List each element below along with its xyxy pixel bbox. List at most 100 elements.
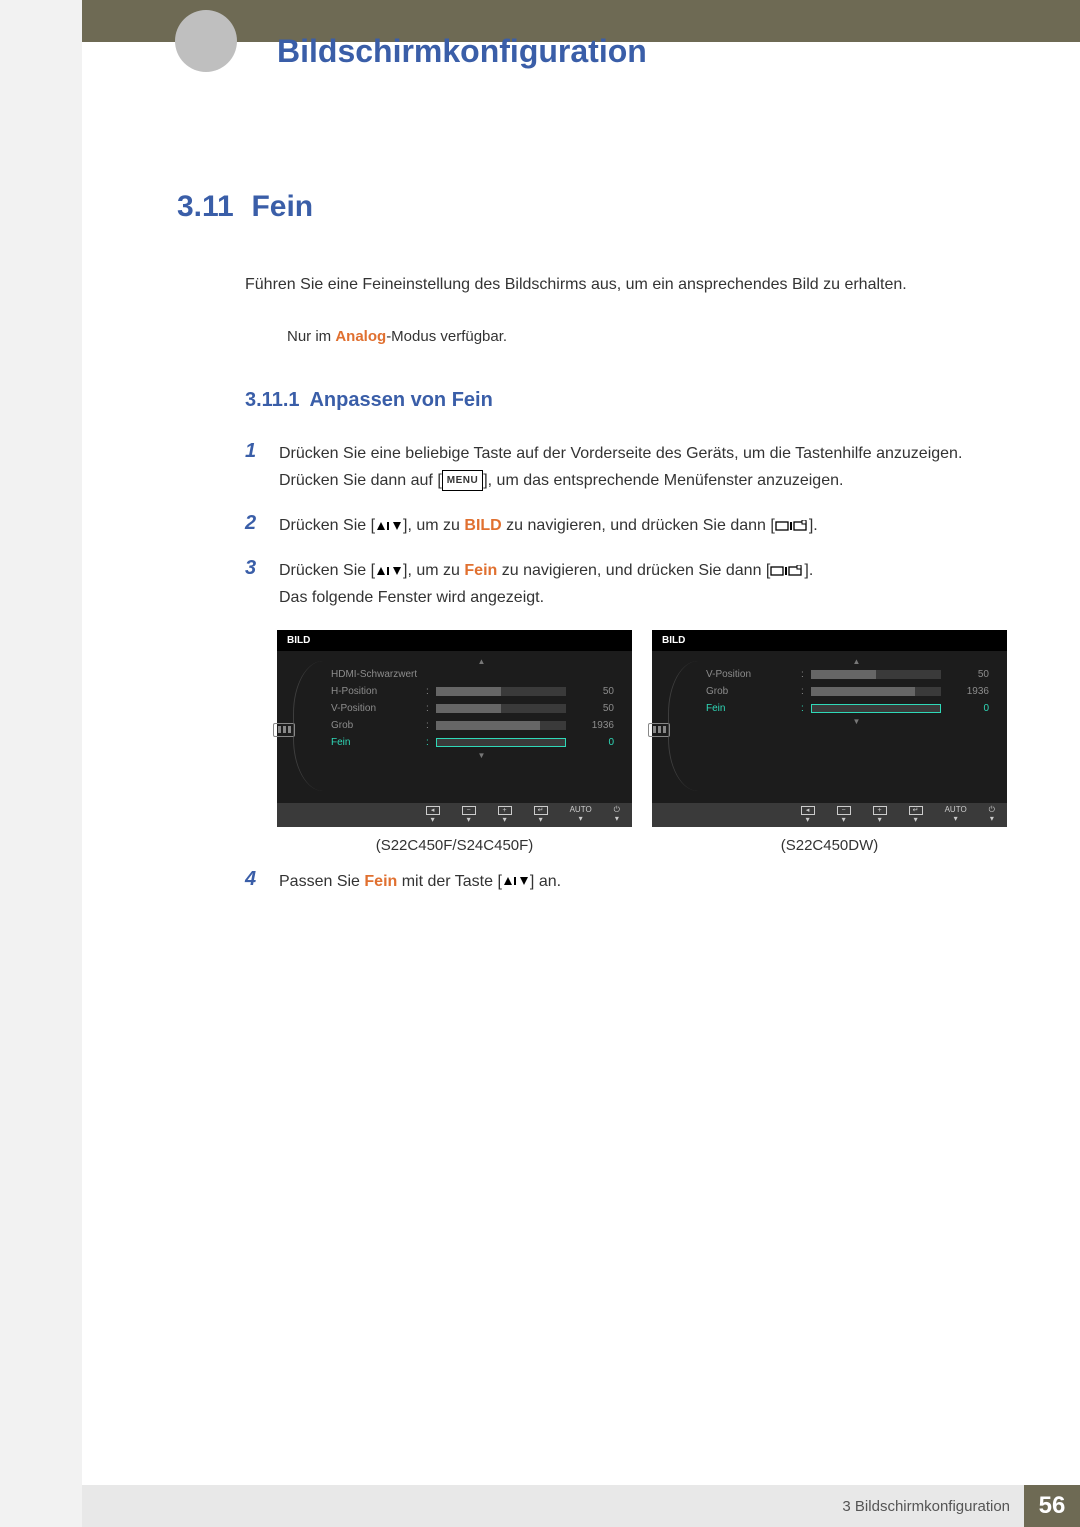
osd-item-value: 50 <box>574 703 614 714</box>
osd-item-label: HDMI-Schwarzwert <box>331 669 426 680</box>
osd-footer-minus-icon: −▾ <box>837 806 851 824</box>
steps-list-continued: 4 Passen Sie Fein mit der Taste [] an. <box>245 868 1007 895</box>
osd-footer-enter-icon: ↵▾ <box>909 806 923 824</box>
step-4: 4 Passen Sie Fein mit der Taste [] an. <box>245 868 1007 895</box>
step-number: 4 <box>245 868 279 895</box>
osd-item: V-Position: 50 <box>277 700 632 717</box>
osd-caption-right: (S22C450DW) <box>652 837 1007 854</box>
content-area: 3.11 Fein Führen Sie eine Feineinstellun… <box>177 190 1007 913</box>
step-1-line2b: ], um das entsprechende Menüfenster anzu… <box>483 472 843 489</box>
osd-nav-down-icon: ▼ <box>652 717 1007 726</box>
osd-item-label: V-Position <box>331 703 426 714</box>
osd-item-value: 50 <box>574 686 614 697</box>
enter-source-icon <box>770 562 804 579</box>
section-title: Fein <box>251 190 313 223</box>
step-4-mid: mit der Taste [ <box>397 873 502 890</box>
osd-footer-plus-icon: +▾ <box>873 806 887 824</box>
chapter-title: Bildschirmkonfiguration <box>277 33 647 70</box>
step-2-mid2: zu navigieren, und drücken Sie dann [ <box>502 517 775 534</box>
osd-panel-right: BILD ▲ V-Position:50Grob:1936Fein:0 ▼ ◂▾… <box>652 630 1007 827</box>
osd-footer: ◂▾ −▾ +▾ ↵▾ AUTO▾ ⏻▾ <box>277 803 632 827</box>
osd-item-label: Grob <box>331 720 426 731</box>
osd-footer-auto-label: AUTO <box>570 806 592 814</box>
note-line: Nur im Analog-Modus verfügbar. <box>287 328 1007 345</box>
osd-footer-auto-label: AUTO <box>945 806 967 814</box>
step-3-bold: Fein <box>464 562 497 579</box>
osd-footer-back-icon: ◂▾ <box>801 806 815 824</box>
osd-panel-left: BILD ▲ HDMI-SchwarzwertH-Position:50V-Po… <box>277 630 632 827</box>
osd-nav-up-icon: ▲ <box>277 657 632 666</box>
up-down-arrows-icon <box>375 562 403 579</box>
step-number: 3 <box>245 557 279 611</box>
up-down-arrows-icon <box>375 517 403 534</box>
step-body: Drücken Sie [], um zu BILD zu navigieren… <box>279 512 1007 539</box>
osd-item-bar <box>436 721 566 730</box>
step-3: 3 Drücken Sie [ ], um zu Fein zu navigier… <box>245 557 1007 611</box>
osd-footer-back-icon: ◂▾ <box>426 806 440 824</box>
osd-item-bar <box>436 687 566 696</box>
subsection-title: Anpassen von Fein <box>309 389 492 411</box>
osd-item: V-Position:50 <box>652 666 1007 683</box>
note-pre: Nur im <box>287 328 335 345</box>
note-post: -Modus verfügbar. <box>386 328 507 345</box>
chapter-number-circle <box>175 10 237 72</box>
step-4-pre: Passen Sie <box>279 873 364 890</box>
section-heading: 3.11 Fein <box>177 190 1007 224</box>
step-2: 2 Drücken Sie [], um zu BILD zu navigier… <box>245 512 1007 539</box>
osd-item-bar <box>811 670 941 679</box>
osd-item-colon: : <box>801 703 811 714</box>
osd-item-colon: : <box>426 737 436 748</box>
up-down-arrows-icon <box>502 873 530 890</box>
osd-item-colon: : <box>426 720 436 731</box>
osd-item: HDMI-Schwarzwert <box>277 666 632 683</box>
step-number: 2 <box>245 512 279 539</box>
osd-footer-plus-icon: +▾ <box>498 806 512 824</box>
osd-footer-minus-icon: −▾ <box>462 806 476 824</box>
step-2-pre: Drücken Sie [ <box>279 517 375 534</box>
osd-footer-auto: AUTO▾ <box>945 806 967 823</box>
step-2-post: ]. <box>809 517 818 534</box>
step-3-mid1: ], um zu <box>403 562 464 579</box>
osd-item: Grob:1936 <box>652 683 1007 700</box>
osd-footer-power-icon: ⏻▾ <box>614 806 620 823</box>
osd-footer-auto: AUTO▾ <box>570 806 592 823</box>
steps-list: 1 Drücken Sie eine beliebige Taste auf d… <box>245 440 1007 612</box>
osd-body: ▲ V-Position:50Grob:1936Fein:0 ▼ <box>652 651 1007 799</box>
osd-item: Grob:1936 <box>277 717 632 734</box>
step-4-bold: Fein <box>364 873 397 890</box>
step-3-pre: Drücken Sie [ <box>279 562 375 579</box>
step-3-mid2: zu navigieren, und drücken Sie dann [ <box>497 562 770 579</box>
note-highlight: Analog <box>335 328 386 345</box>
step-body: Drücken Sie [ ], um zu Fein zu navigieren… <box>279 557 1007 611</box>
osd-item-label: Fein <box>331 737 426 748</box>
osd-monitor-icon <box>648 723 670 737</box>
osd-item-bar <box>436 704 566 713</box>
osd-screenshots-row: BILD ▲ HDMI-SchwarzwertH-Position:50V-Po… <box>277 630 1007 827</box>
step-2-bold: BILD <box>464 517 501 534</box>
osd-captions: (S22C450F/S24C450F) (S22C450DW) <box>277 827 1007 854</box>
osd-item: Fein: 0 <box>277 734 632 751</box>
osd-item: H-Position:50 <box>277 683 632 700</box>
osd-footer-enter-icon: ↵▾ <box>534 806 548 824</box>
osd-item-colon: : <box>801 686 811 697</box>
osd-item-value: 0 <box>949 703 989 714</box>
osd-item-colon: : <box>426 703 436 714</box>
step-1-line1: Drücken Sie eine beliebige Taste auf der… <box>279 445 962 462</box>
osd-nav-down-icon: ▼ <box>277 751 632 760</box>
footer-chapter-label: 3 Bildschirmkonfiguration <box>828 1485 1024 1527</box>
osd-monitor-icon <box>273 723 295 737</box>
footer-page-number: 56 <box>1024 1485 1080 1527</box>
osd-item: Fein:0 <box>652 700 1007 717</box>
osd-nav-up-icon: ▲ <box>652 657 1007 666</box>
osd-item-label: H-Position <box>331 686 426 697</box>
osd-item-value: 0 <box>574 737 614 748</box>
osd-title: BILD <box>652 630 1007 651</box>
enter-source-icon <box>775 517 809 534</box>
step-3-post: ]. <box>804 562 813 579</box>
osd-item-bar <box>811 704 941 713</box>
menu-key-icon: MENU <box>442 470 483 491</box>
step-body: Passen Sie Fein mit der Taste [] an. <box>279 868 1007 895</box>
step-1: 1 Drücken Sie eine beliebige Taste auf d… <box>245 440 1007 494</box>
page: Bildschirmkonfiguration 3.11 Fein Führen… <box>82 0 1080 1527</box>
footer-bar: 3 Bildschirmkonfiguration 56 <box>82 1485 1080 1527</box>
